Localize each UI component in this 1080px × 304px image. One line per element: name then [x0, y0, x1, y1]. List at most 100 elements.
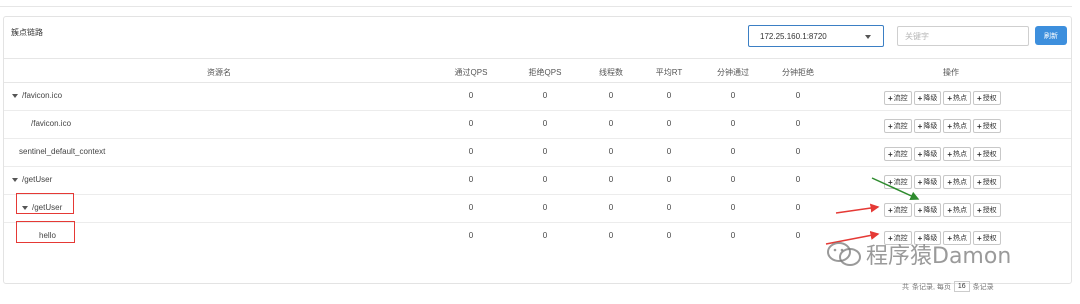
resource-name: sentinel_default_context — [19, 147, 106, 156]
cell-block-qps: 0 — [542, 175, 548, 184]
cell-avg-rt: 0 — [666, 231, 672, 240]
hotspot-button[interactable]: + 热点 — [943, 175, 972, 189]
cell-pass-qps: 0 — [468, 119, 474, 128]
authorize-button[interactable]: + 授权 — [973, 119, 1001, 133]
header-threads: 线程数 — [599, 68, 623, 77]
authorize-button[interactable]: + 授权 — [973, 91, 1001, 105]
plus-icon: + — [888, 149, 893, 159]
table-row: /getUser 0 0 0 0 0 0 + 流控 + 降级 + 热点 + 授权 — [4, 167, 1071, 195]
header-resource: 资源名 — [207, 68, 231, 77]
machine-select-value: 172.25.160.1:8720 — [760, 32, 827, 41]
hotspot-button[interactable]: + 热点 — [943, 91, 972, 105]
table-header: 资源名 通过QPS 拒绝QPS 线程数 平均RT 分钟通过 分钟拒绝 操作 — [4, 58, 1071, 83]
degrade-button[interactable]: + 降级 — [913, 91, 942, 105]
cell-avg-rt: 0 — [666, 175, 672, 184]
watermark: 程序猿Damon — [826, 238, 1011, 270]
page-size-select[interactable]: 16 — [953, 281, 970, 292]
refresh-button[interactable]: 刷新 — [1035, 26, 1067, 45]
expand-triangle-icon[interactable] — [12, 177, 18, 182]
flow-control-button[interactable]: + 流控 — [884, 119, 912, 133]
cell-threads: 0 — [608, 119, 614, 128]
top-divider — [0, 6, 1072, 7]
cell-block-qps: 0 — [542, 91, 548, 100]
authorize-button[interactable]: + 授权 — [973, 147, 1001, 161]
cell-minute-pass: 0 — [730, 203, 736, 212]
resource-table: 资源名 通过QPS 拒绝QPS 线程数 平均RT 分钟通过 分钟拒绝 操作 /f… — [4, 58, 1071, 251]
plus-icon: + — [888, 177, 893, 187]
cell-avg-rt: 0 — [666, 91, 672, 100]
machine-select[interactable]: 172.25.160.1:8720 — [748, 25, 884, 47]
cell-minute-block: 0 — [795, 119, 801, 128]
hotspot-button-label: 热点 — [953, 95, 968, 102]
row-actions: + 流控 + 降级 + 热点 + 授权 — [884, 147, 1001, 161]
cell-threads: 0 — [608, 147, 614, 156]
table-row: /favicon.ico 0 0 0 0 0 0 + 流控 + 降级 + 热点 + 授权 — [4, 83, 1071, 111]
plus-icon: + — [917, 177, 923, 187]
degrade-button[interactable]: + 降级 — [913, 175, 942, 189]
flow-control-button[interactable]: + 流控 — [884, 203, 912, 217]
authorize-button[interactable]: + 授权 — [973, 203, 1001, 217]
hotspot-button[interactable]: + 热点 — [943, 203, 972, 217]
cell-minute-pass: 0 — [730, 119, 736, 128]
flow-control-button[interactable]: + 流控 — [884, 147, 912, 161]
cell-minute-block: 0 — [795, 231, 801, 240]
cell-pass-qps: 0 — [468, 147, 474, 156]
cell-block-qps: 0 — [542, 231, 548, 240]
resource-name-cell: /favicon.ico — [12, 91, 62, 100]
search-input[interactable] — [897, 26, 1029, 46]
degrade-button[interactable]: + 降级 — [913, 147, 942, 161]
cell-pass-qps: 0 — [468, 91, 474, 100]
degrade-button[interactable]: + 降级 — [913, 119, 942, 133]
cell-minute-block: 0 — [795, 175, 801, 184]
table-row: /getUser 0 0 0 0 0 0 + 流控 + 降级 + 热点 + 授权 — [4, 195, 1071, 223]
cell-minute-block: 0 — [795, 91, 801, 100]
authorize-button-label: 授权 — [982, 151, 997, 158]
cell-minute-pass: 0 — [730, 91, 736, 100]
cell-minute-block: 0 — [795, 147, 801, 156]
flow-control-button-label: 流控 — [893, 207, 908, 214]
plus-icon: + — [947, 205, 953, 215]
plus-icon: + — [977, 93, 982, 103]
authorize-button[interactable]: + 授权 — [973, 175, 1001, 189]
flow-control-button[interactable]: + 流控 — [884, 91, 912, 105]
plus-icon: + — [917, 93, 923, 103]
expand-triangle-icon[interactable] — [12, 93, 18, 98]
authorize-button-label: 授权 — [982, 207, 997, 214]
row-actions: + 流控 + 降级 + 热点 + 授权 — [884, 175, 1001, 189]
resource-name: /getUser — [22, 175, 53, 184]
wechat-icon — [827, 242, 861, 266]
hotspot-button-label: 热点 — [953, 151, 968, 158]
table-row: /favicon.ico 0 0 0 0 0 0 + 流控 + 降级 + 热点 + 授权 — [4, 111, 1071, 139]
degrade-button-label: 降级 — [923, 95, 938, 102]
plus-icon: + — [888, 205, 893, 215]
authorize-button-label: 授权 — [982, 179, 997, 186]
plus-icon: + — [947, 177, 953, 187]
plus-icon: + — [917, 149, 923, 159]
cell-minute-pass: 0 — [730, 231, 736, 240]
cell-pass-qps: 0 — [468, 231, 474, 240]
flow-control-button[interactable]: + 流控 — [884, 175, 912, 189]
hotspot-button[interactable]: + 热点 — [943, 119, 972, 133]
flow-control-button-label: 流控 — [893, 179, 908, 186]
table-row: sentinel_default_context 0 0 0 0 0 0 + 流控 + 降级 + 热点 +… — [4, 139, 1071, 167]
cell-avg-rt: 0 — [666, 119, 672, 128]
cell-threads: 0 — [608, 175, 614, 184]
plus-icon: + — [977, 177, 982, 187]
degrade-button-label: 降级 — [923, 207, 938, 214]
header-minute-pass: 分钟通过 — [717, 68, 749, 77]
authorize-button-label: 授权 — [982, 123, 997, 130]
plus-icon: + — [917, 121, 923, 131]
cell-pass-qps: 0 — [468, 175, 474, 184]
cell-threads: 0 — [608, 91, 614, 100]
header-pass-qps: 通过QPS — [454, 68, 488, 77]
resource-name-cell: /getUser — [12, 175, 52, 184]
degrade-button[interactable]: + 降级 — [913, 203, 942, 217]
plus-icon: + — [947, 93, 953, 103]
hotspot-button-label: 热点 — [953, 179, 968, 186]
hotspot-button-label: 热点 — [953, 123, 968, 130]
cell-minute-pass: 0 — [730, 175, 736, 184]
hotspot-button[interactable]: + 热点 — [943, 147, 972, 161]
header-minute-block: 分钟拒绝 — [782, 68, 814, 77]
row-actions: + 流控 + 降级 + 热点 + 授权 — [884, 91, 1001, 105]
cell-block-qps: 0 — [542, 119, 548, 128]
